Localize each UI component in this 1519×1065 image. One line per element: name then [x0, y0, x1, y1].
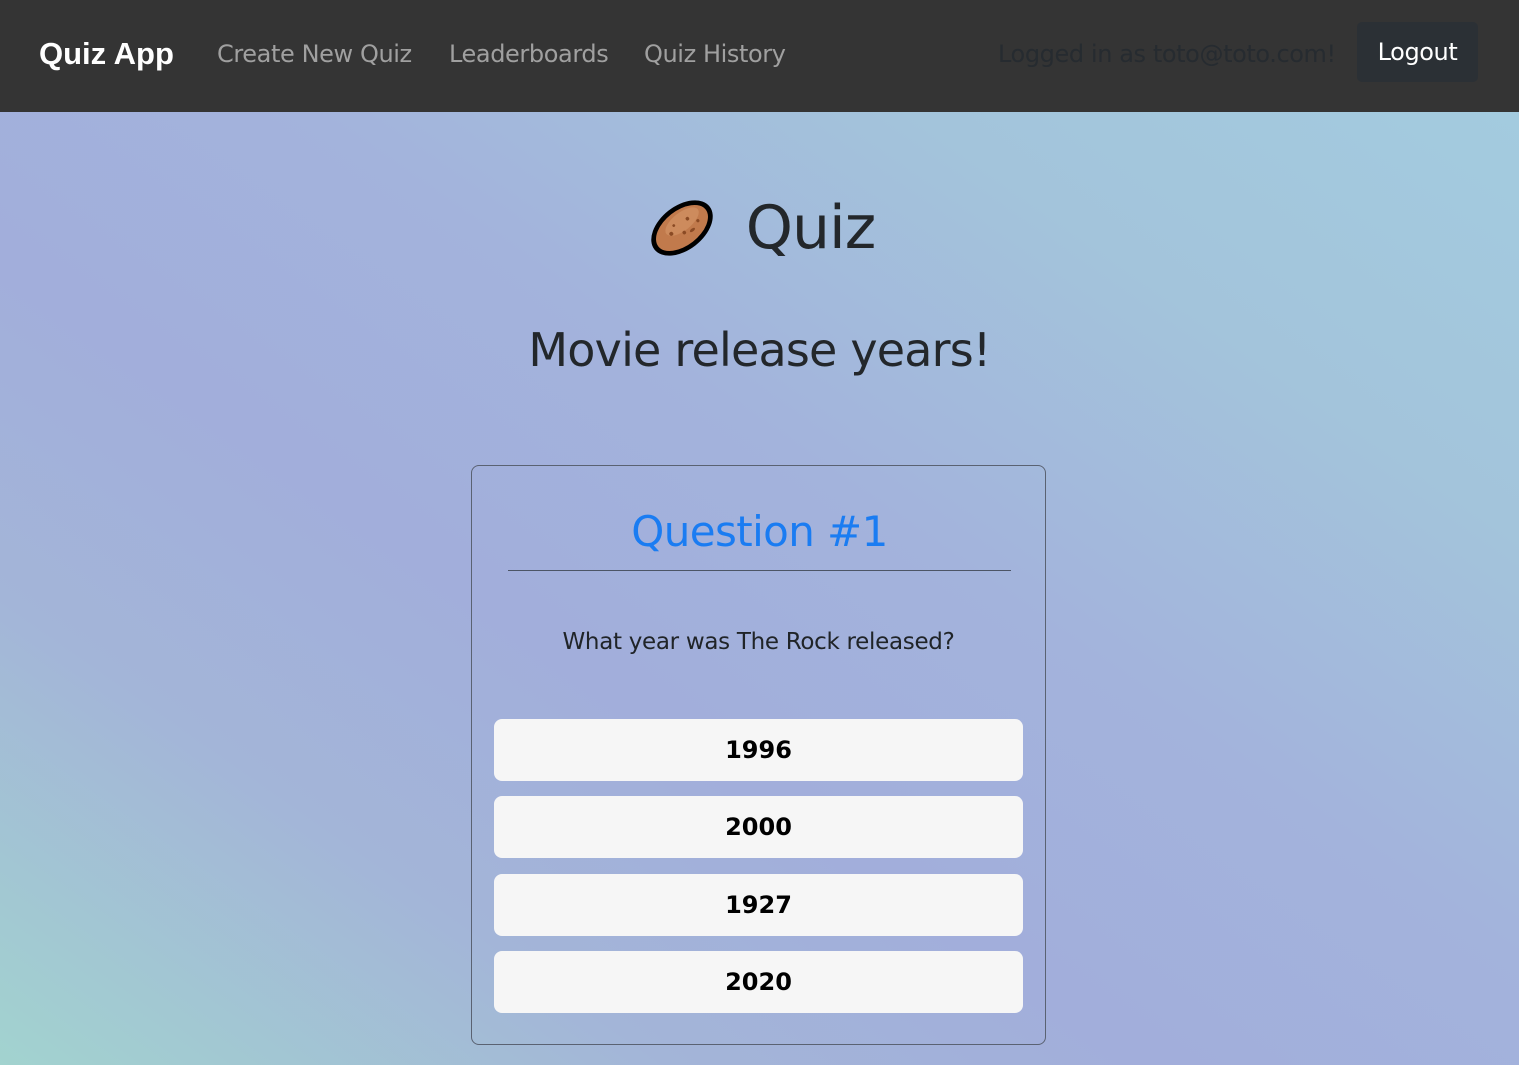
answer-button[interactable]: 2020 [494, 951, 1023, 1013]
nav-create-new-quiz[interactable]: Create New Quiz [217, 36, 412, 72]
logout-button[interactable]: Logout [1357, 22, 1478, 82]
question-text: What year was The Rock released? [562, 629, 955, 655]
question-heading: Question #1 [508, 504, 1011, 571]
question-card: Question #1 What year was The Rock relea… [471, 465, 1046, 1045]
potato-icon [651, 200, 713, 256]
quiz-subtitle: Movie release years! [528, 323, 991, 377]
answer-button[interactable]: 2000 [494, 796, 1023, 858]
page-title-row: Quiz [0, 188, 1519, 268]
navbar: Quiz App Create New Quiz Leaderboards Qu… [0, 0, 1519, 112]
answer-button[interactable]: 1996 [494, 719, 1023, 781]
nav-leaderboards[interactable]: Leaderboards [449, 36, 609, 72]
logged-in-status: Logged in as toto@toto.com! [998, 40, 1336, 68]
nav-quiz-history[interactable]: Quiz History [644, 36, 786, 72]
answer-button[interactable]: 1927 [494, 874, 1023, 936]
page-title: Quiz [745, 193, 876, 263]
brand-link[interactable]: Quiz App [39, 34, 174, 74]
